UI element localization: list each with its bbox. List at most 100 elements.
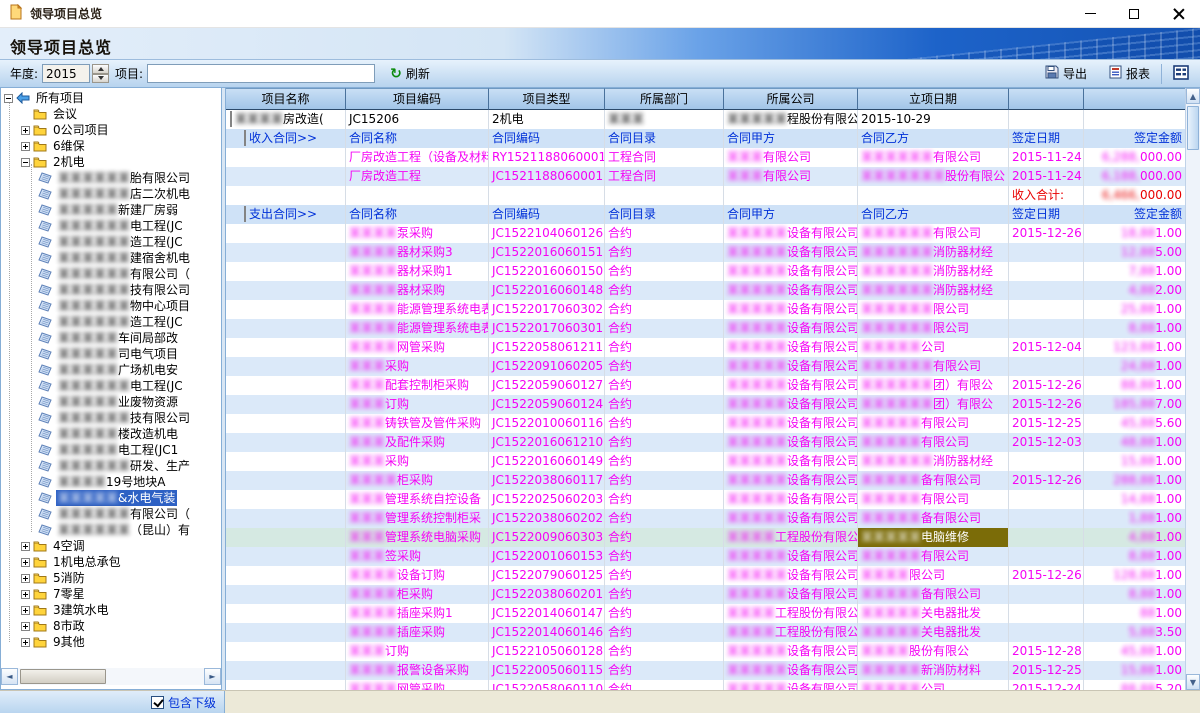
tree-item[interactable]: 某某某某某某技有限公司 [1, 410, 221, 426]
contract-row[interactable]: 某某某某报警设备采购JC1522005060115合约某某某某某设备有限公司某某… [226, 661, 1185, 680]
cell[interactable]: JC1522017060302 [489, 300, 605, 319]
contract-row[interactable]: 某某某某器材采购3JC1522016060151合约某某某某某设备有限公司某某某… [226, 243, 1185, 262]
cell[interactable]: 6,188,000.00 [1084, 167, 1185, 186]
cell[interactable]: 某某某某某公司 [858, 338, 1009, 357]
tree-item[interactable]: 某某某某某某研发、生产 [1, 458, 221, 474]
cell[interactable] [226, 281, 346, 300]
cell[interactable]: 8,881.00 [1084, 585, 1185, 604]
tree-item[interactable]: 某某某某某楼改造机电 [1, 426, 221, 442]
cell[interactable] [226, 661, 346, 680]
contract-row[interactable]: 某某某某柜采购JC1522038060201合约某某某某某设备有限公司某某某某某… [226, 585, 1185, 604]
cell[interactable]: 2015-12-26 [1009, 224, 1084, 243]
cell[interactable]: 某某某某柜采购 [346, 471, 489, 490]
cell[interactable]: 合约 [605, 281, 724, 300]
cell[interactable] [1009, 110, 1084, 129]
cell[interactable] [226, 414, 346, 433]
cell[interactable]: 某某某某能源管理系统电表 [346, 300, 489, 319]
sub-column-header[interactable]: 合同名称 [346, 205, 489, 224]
cell[interactable]: JC1522010060116 [489, 414, 605, 433]
contract-row[interactable]: 某某某管理系统自控设备JC1522025060203合约某某某某某设备有限公司某… [226, 490, 1185, 509]
cell[interactable]: 某某某某某某团）有限公 [858, 376, 1009, 395]
checkbox-checked-icon[interactable] [151, 696, 164, 709]
cell[interactable]: 合约 [605, 623, 724, 642]
cell[interactable] [226, 357, 346, 376]
expand-icon[interactable] [21, 558, 30, 567]
cell[interactable] [226, 509, 346, 528]
cell[interactable]: 14,881.00 [1084, 490, 1185, 509]
cell[interactable]: 合约 [605, 224, 724, 243]
collapse-icon[interactable] [230, 111, 232, 127]
cell[interactable]: 某某某某网管采购 [346, 680, 489, 690]
scroll-right-button[interactable]: ► [204, 668, 221, 685]
tree-item[interactable]: 某某某某某新建厂房弱 [1, 202, 221, 218]
cell[interactable]: 某某某某某设备有限公司 [724, 509, 858, 528]
cell[interactable]: 合约 [605, 661, 724, 680]
column-header[interactable]: 项目类型 [489, 88, 605, 110]
cell[interactable]: 2015-12-28 [1009, 642, 1084, 661]
minimize-button[interactable] [1068, 0, 1112, 28]
cell[interactable]: 某某某某柜采购 [346, 585, 489, 604]
cell[interactable] [226, 376, 346, 395]
cell[interactable]: 2015-12-25 [1009, 414, 1084, 433]
cell[interactable]: RY1521188060001 [489, 148, 605, 167]
cell[interactable]: JC1522005060115 [489, 661, 605, 680]
cell[interactable]: 7,881.00 [1084, 262, 1185, 281]
cell[interactable] [1009, 585, 1084, 604]
collapse-icon[interactable] [244, 130, 246, 146]
tree-item[interactable]: 某某某某某某店二次机电 [1, 186, 221, 202]
sub-column-header[interactable]: 合同编码 [489, 205, 605, 224]
cell[interactable]: 某某某某能源管理系统电表 [346, 319, 489, 338]
cell[interactable]: 2机电 [489, 110, 605, 129]
contract-row[interactable]: 某某某某能源管理系统电表JC1522017060302合约某某某某某设备有限公司… [226, 300, 1185, 319]
column-header[interactable]: 立项日期 [858, 88, 1009, 110]
column-header[interactable]: 项目名称 [226, 88, 346, 110]
contract-row[interactable]: 某某某配套控制柜采购JC1522059060127合约某某某某某设备有限公司某某… [226, 376, 1185, 395]
cell[interactable] [1009, 547, 1084, 566]
cell[interactable] [226, 547, 346, 566]
column-header[interactable]: 项目编码 [346, 88, 489, 110]
cell[interactable] [226, 395, 346, 414]
cell[interactable]: JC1522009060303 [489, 528, 605, 547]
contract-row[interactable]: 某某某及配件采购JC1522016061210合约某某某某某设备有限公司某某某某… [226, 433, 1185, 452]
section-header-row[interactable]: 收入合同>>合同名称合同编码合同目录合同甲方合同乙方签定日期签定金额 [226, 129, 1185, 148]
cell[interactable]: JC1522038060117 [489, 471, 605, 490]
cell[interactable]: 合约 [605, 243, 724, 262]
scroll-up-button[interactable]: ▲ [1186, 88, 1200, 104]
contract-row[interactable]: 某某某某插座采购JC1522014060146合约某某某某工程股份有限公某某某某… [226, 623, 1185, 642]
cell[interactable] [858, 186, 1009, 205]
tree-item[interactable]: 某某某某某某电工程(JC [1, 378, 221, 394]
cell[interactable]: 合约 [605, 509, 724, 528]
sub-column-header[interactable]: 合同名称 [346, 129, 489, 148]
cell[interactable]: 88,885.20 [1084, 680, 1185, 690]
cell[interactable] [226, 490, 346, 509]
sub-column-header[interactable]: 合同编码 [489, 129, 605, 148]
cell[interactable]: 某某某某某设备有限公司 [724, 224, 858, 243]
cell[interactable]: 某某某某某设备有限公司 [724, 243, 858, 262]
cell[interactable]: 2015-12-03 [1009, 433, 1084, 452]
tree-item[interactable]: 3建筑水电 [1, 602, 221, 618]
column-header[interactable]: 所属部门 [605, 88, 724, 110]
cell[interactable]: JC1522058061211 [489, 338, 605, 357]
cell[interactable]: 合约 [605, 547, 724, 566]
sub-column-header[interactable]: 签定金额 [1084, 205, 1185, 224]
tree-item[interactable]: 某某某某某某胎有限公司 [1, 170, 221, 186]
cell[interactable] [226, 300, 346, 319]
cell[interactable]: 某某某某某某某股份有限公 [858, 167, 1009, 186]
cell[interactable]: 合约 [605, 585, 724, 604]
cell[interactable] [226, 566, 346, 585]
grid-view-button[interactable] [1166, 62, 1196, 86]
report-button[interactable]: 报表 [1102, 62, 1157, 85]
cell[interactable]: JC1522017060301 [489, 319, 605, 338]
cell[interactable]: 288,881.00 [1084, 471, 1185, 490]
cell[interactable]: 某某某签采购 [346, 547, 489, 566]
contract-row[interactable]: 某某某签采购JC1522001060153合约某某某某某设备有限公司某某某某某有… [226, 547, 1185, 566]
cell[interactable]: 收入合同>> [226, 129, 346, 148]
cell[interactable]: 4,881.00 [1084, 528, 1185, 547]
expand-icon[interactable] [21, 590, 30, 599]
cell[interactable]: JC1522016061210 [489, 433, 605, 452]
cell[interactable]: 2015-12-26 [1009, 376, 1084, 395]
export-button[interactable]: 导出 [1038, 62, 1094, 85]
contract-row[interactable]: 某某某铸铁管及管件采购JC1522010060116合约某某某某某设备有限公司某… [226, 414, 1185, 433]
cell[interactable]: 某某某配套控制柜采购 [346, 376, 489, 395]
cell[interactable]: 某某某某某设备有限公司 [724, 433, 858, 452]
